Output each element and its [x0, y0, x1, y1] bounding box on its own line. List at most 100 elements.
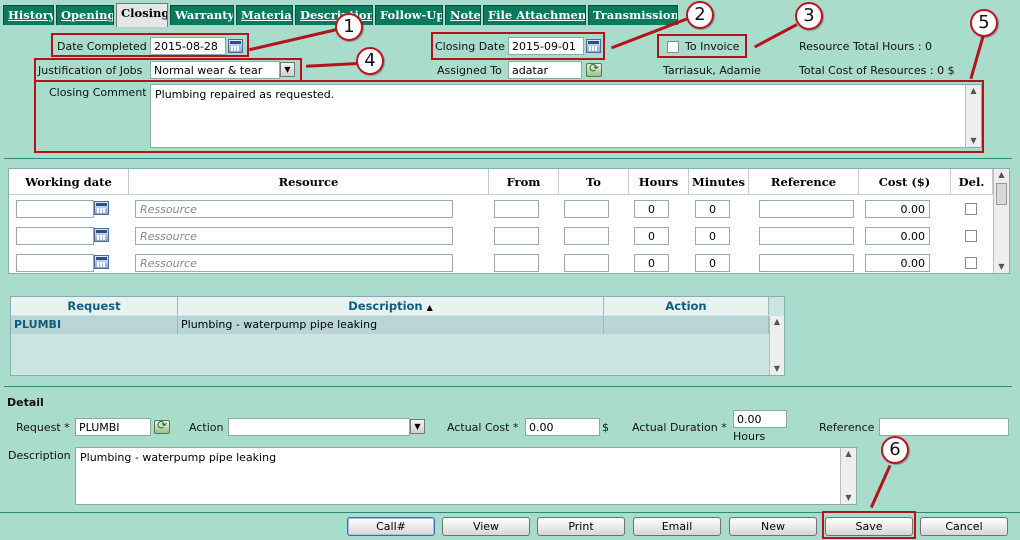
highlight-box [51, 33, 249, 57]
tab-warranty-label: Warranty [175, 8, 234, 22]
hours-input[interactable]: 0 [634, 200, 669, 218]
delete-checkbox[interactable] [965, 230, 977, 242]
actual-cost-input[interactable]: 0.00 [525, 418, 600, 436]
grid-scrollbar[interactable]: ▲ ▼ [993, 169, 1009, 273]
cost-input[interactable]: 0.00 [865, 254, 930, 272]
column-header[interactable]: Resource [129, 169, 489, 195]
actual-duration-input[interactable]: 0.00 [733, 410, 787, 428]
scroll-thumb[interactable] [996, 183, 1007, 205]
calendar-icon[interactable] [94, 255, 109, 269]
assigned-name: Tarriasuk, Adamie [663, 64, 761, 77]
description-text: Plumbing - waterpump pipe leaking [80, 451, 277, 464]
tab-bar: History Opening Closing Warranty Materia… [0, 0, 1020, 27]
tab-history[interactable]: History [3, 5, 54, 25]
scroll-up-icon[interactable]: ▲ [841, 448, 856, 460]
resource-input[interactable]: Ressource [135, 254, 453, 272]
tab-opening[interactable]: Opening [56, 5, 114, 25]
scroll-up-icon[interactable]: ▲ [770, 316, 784, 328]
tab-file-attachment-label: File Attachment [488, 8, 586, 22]
arrow [969, 36, 985, 80]
resource-input[interactable]: Ressource [135, 200, 453, 218]
email-button[interactable]: Email [633, 517, 721, 536]
scroll-down-icon[interactable]: ▼ [994, 261, 1009, 273]
column-header[interactable]: Action [604, 297, 769, 315]
delete-checkbox[interactable] [965, 203, 977, 215]
column-header[interactable]: From [489, 169, 559, 195]
to-input[interactable] [564, 200, 609, 218]
minutes-input[interactable]: 0 [695, 200, 730, 218]
request-input[interactable]: PLUMBI [75, 418, 151, 436]
table-row[interactable]: PLUMBI Plumbing - waterpump pipe leaking [11, 316, 769, 334]
hours-input[interactable]: 0 [634, 254, 669, 272]
scroll-down-icon[interactable]: ▼ [770, 363, 784, 375]
minutes-input[interactable]: 0 [695, 254, 730, 272]
column-header[interactable]: Del. [951, 169, 993, 195]
hours-input[interactable]: 0 [634, 227, 669, 245]
column-header[interactable]: Working date [9, 169, 129, 195]
request-code[interactable]: PLUMBI [11, 316, 178, 334]
from-input[interactable] [494, 200, 539, 218]
actual-cost-label: Actual Cost * [447, 421, 519, 434]
cancel-button[interactable]: Cancel [920, 517, 1008, 536]
calendar-icon[interactable] [94, 228, 109, 242]
reference-input[interactable] [759, 254, 854, 272]
assigned-to-label: Assigned To [437, 64, 502, 77]
tab-file-attachment[interactable]: File Attachment [483, 5, 586, 25]
scroll-up-icon[interactable]: ▲ [994, 169, 1009, 181]
new-button[interactable]: New [729, 517, 817, 536]
tab-material[interactable]: Material [236, 5, 293, 25]
divider [4, 158, 1012, 159]
working-date-input[interactable] [16, 200, 94, 218]
description-textarea[interactable]: Plumbing - waterpump pipe leaking [75, 447, 857, 505]
from-input[interactable] [494, 227, 539, 245]
resource-input[interactable]: Ressource [135, 227, 453, 245]
lookup-icon[interactable] [154, 418, 170, 434]
to-input[interactable] [564, 227, 609, 245]
reference-input[interactable] [879, 418, 1009, 436]
to-input[interactable] [564, 254, 609, 272]
request-label: Request * [16, 421, 70, 434]
description-scrollbar[interactable]: ▲ ▼ [840, 448, 856, 504]
cost-input[interactable]: 0.00 [865, 227, 930, 245]
request-description: Plumbing - waterpump pipe leaking [178, 316, 604, 334]
column-header[interactable]: To [559, 169, 629, 195]
column-header[interactable]: Hours [629, 169, 689, 195]
tab-note[interactable]: Note [445, 5, 481, 25]
working-date-input[interactable] [16, 254, 94, 272]
print-button[interactable]: Print [537, 517, 625, 536]
call-button[interactable]: Call# [347, 517, 435, 536]
column-header[interactable]: Minutes [689, 169, 749, 195]
resource-grid: Working date Resource From To Hours Minu… [8, 168, 1010, 274]
action-select[interactable] [228, 418, 410, 436]
cost-input[interactable]: 0.00 [865, 200, 930, 218]
column-header[interactable]: Cost ($) [859, 169, 951, 195]
working-date-input[interactable] [16, 227, 94, 245]
reference-input[interactable] [759, 227, 854, 245]
reference-input[interactable] [759, 200, 854, 218]
scroll-down-icon[interactable]: ▼ [841, 492, 856, 504]
lookup-icon[interactable] [586, 61, 602, 77]
highlight-box [34, 80, 984, 153]
tab-closing[interactable]: Closing [116, 3, 168, 27]
from-input[interactable] [494, 254, 539, 272]
detail-title: Detail [7, 396, 44, 409]
delete-checkbox[interactable] [965, 257, 977, 269]
tab-opening-label: Opening [61, 8, 114, 22]
minutes-input[interactable]: 0 [695, 227, 730, 245]
highlight-box [657, 34, 747, 58]
tab-warranty[interactable]: Warranty [170, 5, 234, 25]
chevron-down-icon[interactable]: ▼ [410, 419, 425, 434]
sort-ascending-icon: ▲ [426, 303, 433, 312]
tab-follow-up[interactable]: Follow-Up [375, 5, 443, 25]
calendar-icon[interactable] [94, 201, 109, 215]
assigned-to-input[interactable]: adatar [508, 61, 582, 79]
description-header-label: Description [348, 299, 423, 313]
column-header-description[interactable]: Description ▲ [178, 297, 604, 315]
tab-note-label: Note [450, 8, 481, 22]
column-header[interactable]: Request [11, 297, 178, 315]
tab-transmission[interactable]: Transmission [588, 5, 678, 25]
request-action [604, 316, 769, 334]
request-scrollbar[interactable]: ▲ ▼ [769, 316, 784, 375]
view-button[interactable]: View [442, 517, 530, 536]
column-header[interactable]: Reference [749, 169, 859, 195]
